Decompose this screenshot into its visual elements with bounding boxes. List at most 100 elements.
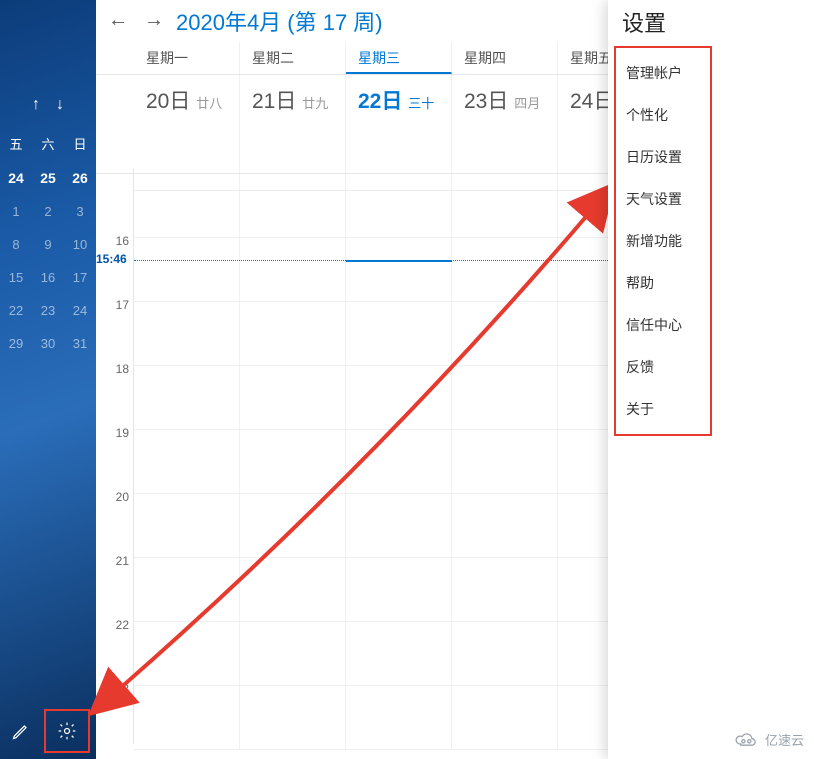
mini-date-cell[interactable]: 8 [0, 228, 32, 261]
mini-dow-sun: 日 [64, 126, 96, 161]
time-cell[interactable] [452, 558, 558, 622]
time-cell[interactable] [240, 622, 346, 686]
time-cell[interactable] [452, 366, 558, 430]
date-main: 23日 [464, 90, 508, 113]
time-cell[interactable] [240, 366, 346, 430]
time-cell[interactable] [240, 686, 346, 750]
mini-date-cell[interactable]: 25 [32, 161, 64, 195]
time-cell[interactable] [240, 302, 346, 366]
time-cell[interactable] [452, 686, 558, 750]
time-cell[interactable] [240, 238, 346, 302]
time-cell[interactable] [346, 366, 452, 430]
time-cell[interactable] [134, 366, 240, 430]
mini-date-cell[interactable]: 29 [0, 327, 32, 360]
mini-date-cell[interactable]: 3 [64, 195, 96, 228]
mini-date-cell[interactable]: 2 [32, 195, 64, 228]
mini-date-cell[interactable]: 23 [32, 294, 64, 327]
time-cell[interactable] [346, 174, 452, 238]
mini-date-cell[interactable]: 10 [64, 228, 96, 261]
hour-label: 22 [96, 616, 134, 680]
time-cell[interactable] [452, 622, 558, 686]
time-cell[interactable] [452, 494, 558, 558]
mini-date-cell[interactable]: 31 [64, 327, 96, 360]
sidebar-bottom-bar [0, 703, 96, 759]
hour-label [96, 168, 134, 232]
time-cell[interactable] [134, 430, 240, 494]
time-cell[interactable] [346, 686, 452, 750]
date-col-0[interactable]: 20日 廿八 [134, 75, 240, 173]
mini-calendar-sidebar: ↑ ↓ 五 六 日 24 25 26 1 2 3 8 9 10 [0, 0, 96, 759]
time-cell[interactable] [240, 174, 346, 238]
mini-date-cell[interactable]: 16 [32, 261, 64, 294]
edit-button[interactable] [0, 703, 42, 759]
next-week-button[interactable]: → [140, 7, 168, 35]
time-cell[interactable] [452, 238, 558, 302]
settings-button[interactable] [44, 709, 90, 753]
mini-calendar-nav: ↑ ↓ [0, 96, 96, 114]
time-cell[interactable] [346, 494, 452, 558]
prev-week-button[interactable]: ← [104, 7, 132, 35]
mini-dow-row: 五 六 日 [0, 126, 96, 161]
time-cell[interactable] [452, 174, 558, 238]
date-main: 21日 [252, 90, 296, 113]
mini-date-cell[interactable]: 24 [0, 161, 32, 195]
date-col-2[interactable]: 22日 三十 [346, 75, 452, 173]
mini-row-3: 15 16 17 [0, 261, 96, 294]
settings-item-whats-new[interactable]: 新增功能 [616, 220, 710, 262]
time-cell[interactable] [134, 558, 240, 622]
date-col-3[interactable]: 23日 四月 [452, 75, 558, 173]
time-cell[interactable] [346, 430, 452, 494]
time-cell[interactable] [346, 302, 452, 366]
settings-item-about[interactable]: 关于 [616, 388, 710, 430]
cloud-icon [733, 731, 759, 749]
settings-item-feedback[interactable]: 反馈 [616, 346, 710, 388]
mini-date-cell[interactable]: 26 [64, 161, 96, 195]
date-sub: 廿九 [302, 96, 328, 111]
mini-row-2: 8 9 10 [0, 228, 96, 261]
mini-row-0: 24 25 26 [0, 161, 96, 195]
settings-item-help[interactable]: 帮助 [616, 262, 710, 304]
mini-next-month-icon[interactable]: ↓ [56, 96, 64, 114]
time-cell[interactable] [134, 686, 240, 750]
time-cell[interactable] [452, 302, 558, 366]
time-cell[interactable] [452, 430, 558, 494]
weekday-wed[interactable]: 星期三 [346, 42, 452, 74]
mini-date-cell[interactable]: 17 [64, 261, 96, 294]
pencil-icon [11, 721, 31, 741]
time-cell[interactable] [134, 622, 240, 686]
weekday-mon[interactable]: 星期一 [134, 42, 240, 74]
mini-date-cell[interactable]: 15 [0, 261, 32, 294]
mini-date-cell[interactable]: 24 [64, 294, 96, 327]
hour-label: 23 [96, 680, 134, 744]
time-cell[interactable] [240, 494, 346, 558]
time-cell[interactable] [346, 622, 452, 686]
hour-label: 18 [96, 360, 134, 424]
settings-item-weather[interactable]: 天气设置 [616, 178, 710, 220]
mini-date-cell[interactable]: 1 [0, 195, 32, 228]
settings-item-calendar[interactable]: 日历设置 [616, 136, 710, 178]
hour-label: 20 [96, 488, 134, 552]
mini-date-cell[interactable]: 22 [0, 294, 32, 327]
settings-list: 管理帐户 个性化 日历设置 天气设置 新增功能 帮助 信任中心 反馈 关于 [614, 46, 712, 436]
mini-prev-month-icon[interactable]: ↑ [32, 96, 40, 114]
settings-item-personalize[interactable]: 个性化 [616, 94, 710, 136]
date-sub: 廿八 [196, 96, 222, 111]
weekday-tue[interactable]: 星期二 [240, 42, 346, 74]
mini-date-cell[interactable]: 9 [32, 228, 64, 261]
time-cell[interactable] [240, 558, 346, 622]
time-cell[interactable] [134, 302, 240, 366]
watermark-text: 亿速云 [765, 730, 804, 749]
settings-item-manage-account[interactable]: 管理帐户 [616, 52, 710, 94]
time-cell[interactable] [346, 558, 452, 622]
time-cell[interactable] [240, 430, 346, 494]
date-col-1[interactable]: 21日 廿九 [240, 75, 346, 173]
time-cell[interactable] [134, 494, 240, 558]
mini-date-cell[interactable]: 30 [32, 327, 64, 360]
time-cell[interactable] [134, 238, 240, 302]
mini-row-1: 1 2 3 [0, 195, 96, 228]
time-cell[interactable] [346, 238, 452, 302]
weekday-thu[interactable]: 星期四 [452, 42, 558, 74]
time-cell[interactable] [134, 174, 240, 238]
settings-item-trust-center[interactable]: 信任中心 [616, 304, 710, 346]
mini-dow-fri: 五 [0, 126, 32, 161]
